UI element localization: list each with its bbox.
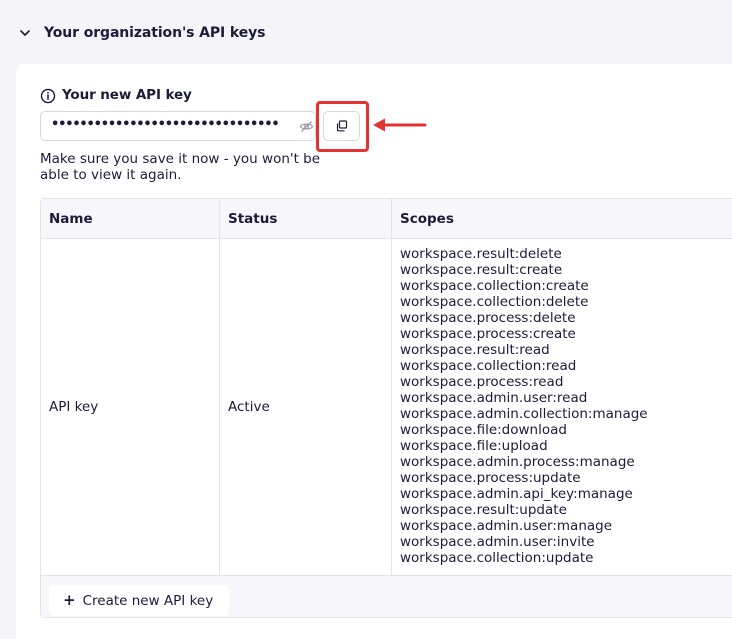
scope-item: workspace.admin.user:manage [400, 518, 613, 534]
scope-item: workspace.collection:update [400, 550, 594, 566]
column-header-scopes[interactable]: Scopes [400, 211, 454, 227]
scope-item: workspace.file:upload [400, 438, 548, 454]
scope-item: workspace.process:read [400, 374, 564, 390]
scope-item: workspace.result:delete [400, 246, 562, 262]
plus-icon: + [63, 591, 76, 609]
key-status-cell: Active [228, 399, 270, 415]
scope-item: workspace.result:create [400, 262, 563, 278]
scope-item: workspace.process:delete [400, 310, 576, 326]
section-title: Your organization's API keys [44, 25, 266, 41]
scope-item: workspace.admin.user:read [400, 390, 588, 406]
chevron-down-icon[interactable] [18, 26, 32, 40]
column-divider [391, 199, 392, 575]
scope-item: workspace.process:create [400, 326, 576, 342]
scope-item: workspace.admin.process:manage [400, 454, 635, 470]
scope-item: workspace.result:read [400, 342, 550, 358]
create-api-key-button[interactable]: + Create new API key [49, 585, 230, 616]
scope-item: workspace.collection:read [400, 358, 577, 374]
api-key-value[interactable]: •••••••••••••••••••••••••••••••• [51, 117, 295, 132]
table-footer: + Create new API key [41, 575, 732, 617]
new-key-title: Your new API key [62, 87, 192, 103]
scope-item: workspace.process:update [400, 470, 581, 486]
scope-item: workspace.file:download [400, 422, 567, 438]
api-key-field[interactable]: •••••••••••••••••••••••••••••••• [40, 111, 316, 141]
scope-item: workspace.collection:create [400, 278, 589, 294]
scope-item: workspace.admin.api_key:manage [400, 486, 633, 502]
eye-off-icon[interactable] [299, 119, 314, 134]
save-warning-text: Make sure you save it now - you won't be… [40, 151, 321, 183]
create-api-key-label: Create new API key [82, 592, 214, 609]
scopes-list: workspace.result:delete workspace.result… [400, 246, 648, 566]
info-icon [40, 88, 56, 104]
copy-icon [336, 120, 348, 132]
scope-item: workspace.admin.user:invite [400, 534, 595, 550]
scope-item: workspace.admin.collection:manage [400, 406, 648, 422]
scope-item: workspace.result:update [400, 502, 567, 518]
pointer-arrow [373, 118, 427, 132]
column-header-name[interactable]: Name [49, 211, 93, 227]
api-keys-table: Name Status Scopes API key Active worksp… [40, 198, 732, 618]
column-divider [219, 199, 220, 575]
key-name-cell: API key [49, 399, 99, 415]
section-header[interactable]: Your organization's API keys [0, 0, 732, 64]
copy-button[interactable] [323, 111, 360, 141]
scope-item: workspace.collection:delete [400, 294, 589, 310]
column-header-status[interactable]: Status [228, 211, 277, 227]
table-header-row: Name Status Scopes [41, 199, 732, 239]
